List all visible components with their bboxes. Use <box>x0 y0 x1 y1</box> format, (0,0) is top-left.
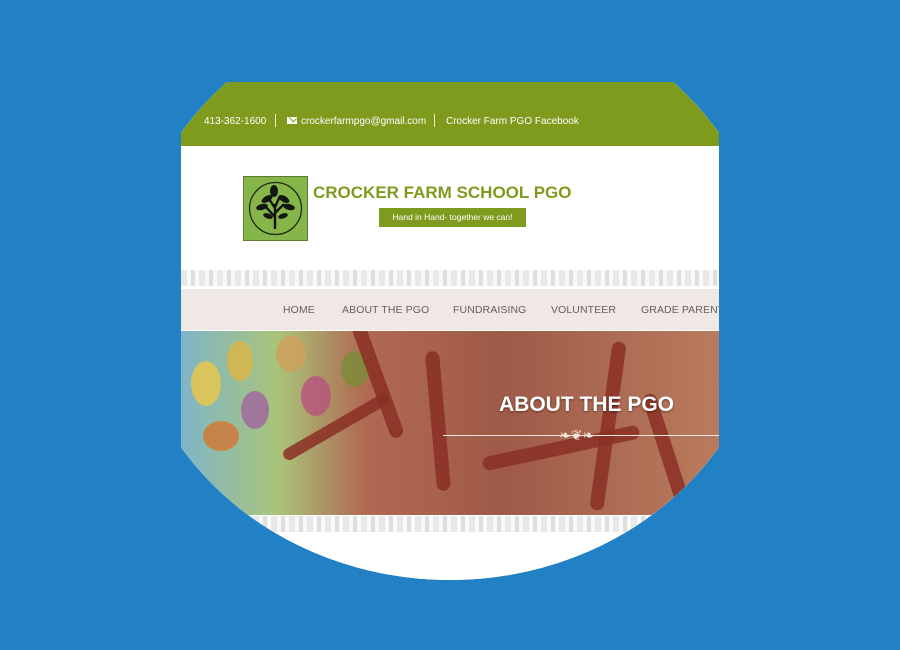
nav-grade-parents[interactable]: GRADE PARENTS <box>641 304 719 316</box>
divider <box>275 114 276 127</box>
nav-volunteer[interactable]: VOLUNTEER <box>551 304 616 316</box>
email-link[interactable]: crockerfarmpgo@gmail.com <box>287 116 426 127</box>
mosaic-tile <box>276 336 306 372</box>
ornament-divider-icon: ❧❦❧ <box>559 427 595 443</box>
site-header: CROCKER FARM SCHOOL PGO Hand in Hand- to… <box>181 146 719 270</box>
envelope-icon <box>287 117 297 124</box>
top-contact-bar: 413-362-1600 crockerfarmpgo@gmail.com Cr… <box>181 82 719 146</box>
tagline: Hand in Hand- together we can! <box>379 208 526 227</box>
nav-home[interactable]: HOME <box>283 304 315 316</box>
facebook-link[interactable]: Crocker Farm PGO Facebook <box>446 116 579 127</box>
main-navigation: HOME ABOUT THE PGO FUNDRAISING VOLUNTEER… <box>181 289 719 330</box>
mosaic-tile <box>241 391 269 429</box>
decorative-border <box>181 270 719 286</box>
mosaic-band <box>589 340 627 512</box>
decorative-border <box>181 516 719 532</box>
circular-screenshot-frame: 413-362-1600 crockerfarmpgo@gmail.com Cr… <box>181 82 719 580</box>
tree-logo-icon[interactable] <box>243 176 308 241</box>
hero-title: ABOUT THE PGO <box>499 393 675 416</box>
nav-fundraising[interactable]: FUNDRAISING <box>453 304 526 316</box>
mosaic-tile <box>301 376 331 416</box>
page-bottom-area <box>181 532 719 580</box>
phone-link[interactable]: 413-362-1600 <box>204 116 266 127</box>
mosaic-band <box>424 350 452 492</box>
mosaic-band <box>281 391 391 463</box>
nav-about-the-pgo[interactable]: ABOUT THE PGO <box>342 304 429 316</box>
email-text: crockerfarmpgo@gmail.com <box>301 116 427 127</box>
website-page: 413-362-1600 crockerfarmpgo@gmail.com Cr… <box>181 82 719 580</box>
site-title[interactable]: CROCKER FARM SCHOOL PGO <box>313 183 571 203</box>
hero-banner: ABOUT THE PGO ❧❦❧ <box>181 331 719 515</box>
mosaic-tile <box>203 421 239 451</box>
mosaic-tile <box>227 341 253 381</box>
divider <box>434 114 435 127</box>
mosaic-tile <box>191 361 221 406</box>
